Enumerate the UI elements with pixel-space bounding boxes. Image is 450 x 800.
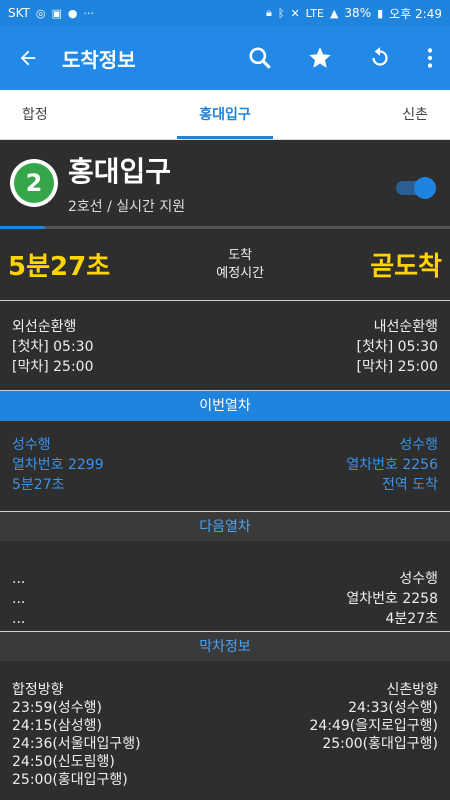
first-train-right: [첫차] 05:30 <box>356 339 438 355</box>
first-last-right: 내선순환행 [첫차] 05:30 [막차] 25:00 <box>357 317 438 390</box>
direction-right: 내선순환행 <box>373 319 438 335</box>
battery-level: 38% <box>344 6 372 20</box>
arrival-time-left: 5분27초 <box>8 252 111 282</box>
clock: 오후 2:49 <box>389 6 442 21</box>
last-train-item: 25:00(홍대입구행) <box>12 772 128 788</box>
battery-icon: ▮ <box>377 6 384 20</box>
last-train-item: 25:00(홍대입구행) <box>322 736 438 752</box>
back-button[interactable] <box>0 26 56 90</box>
gallery-icon: ▣ <box>51 6 62 20</box>
lock-icon: 🔒︎ <box>265 6 272 19</box>
last-train-item: 24:15(삼성행) <box>12 718 102 734</box>
last-train-item: 24:33(성수행) <box>348 700 438 716</box>
search-button[interactable] <box>230 26 290 90</box>
status-bar: SKT ◎ ▣ ● ··· 🔒︎ ᛒ ✕ LTE ▲ 38% ▮ 오후 2:49 <box>0 0 450 26</box>
current-train-right-number: 열차번호 2256 <box>346 457 438 473</box>
status-left: SKT ◎ ▣ ● ··· <box>8 6 94 20</box>
next-train-right-eta: 4분27초 <box>385 611 438 627</box>
last-train-item: 23:59(성수행) <box>12 700 102 716</box>
favorite-button[interactable] <box>290 26 350 90</box>
current-train-left-dest: 성수행 <box>12 437 51 453</box>
current-train-header: 이번열차 <box>0 391 450 421</box>
line-badge: 2 <box>10 159 58 207</box>
mute-icon: ✕ <box>290 6 300 20</box>
next-train-header: 다음열차 <box>0 511 450 541</box>
first-train-left: [첫차] 05:30 <box>12 339 94 355</box>
last-train-item: 24:36(서울대입구행) <box>12 736 141 752</box>
next-train: ... ... ... 성수행 열차번호 2258 4분27초 <box>0 541 450 631</box>
current-train: 성수행 열차번호 2299 5분27초 성수행 열차번호 2256 전역 도착 <box>0 421 450 511</box>
last-train-header: 막차정보 <box>0 631 450 661</box>
more-vert-icon <box>427 48 433 68</box>
lte-icon: LTE <box>305 6 324 20</box>
last-train-left: [막차] 25:00 <box>12 359 94 375</box>
next-train-left-line3: ... <box>12 611 26 627</box>
tab-indicator <box>177 136 273 139</box>
back-arrow-icon <box>20 50 36 66</box>
arrival-progress-fill <box>0 226 45 229</box>
last-train-item: 24:50(신도림행) <box>12 754 115 770</box>
station-header: 2 홍대입구 2호선 / 실시간 지원 <box>0 140 450 226</box>
current-train-left: 성수행 열차번호 2299 5분27초 <box>12 435 104 511</box>
next-train-left-line1: ... <box>12 571 26 587</box>
carrier-label: SKT <box>8 6 30 20</box>
last-train-right-direction: 신촌방향 <box>386 682 438 698</box>
realtime-toggle[interactable] <box>396 177 436 199</box>
station-info: 홍대입구 2호선 / 실시간 지원 <box>68 150 185 216</box>
chat-icon: ● <box>67 6 78 20</box>
line-number: 2 <box>14 163 54 203</box>
status-right: 🔒︎ ᛒ ✕ LTE ▲ 38% ▮ 오후 2:49 <box>266 5 442 22</box>
last-train-info: 합정방향 23:59(성수행) 24:15(삼성행) 24:36(서울대입구행)… <box>0 661 450 789</box>
toggle-knob <box>414 177 436 199</box>
more-options-button[interactable] <box>410 26 450 90</box>
current-train-left-eta: 5분27초 <box>12 477 65 493</box>
arrival-row: 5분27초 도착 예정시간 곧도착 <box>0 229 450 301</box>
search-icon <box>249 47 271 69</box>
tab-prev-station[interactable]: 합정 <box>0 90 157 140</box>
current-train-left-number: 열차번호 2299 <box>12 457 104 473</box>
last-train-item: 24:49(을지로입구행) <box>309 718 438 734</box>
arrival-progress <box>0 226 450 229</box>
next-train-left-line2: ... <box>12 591 26 607</box>
refresh-button[interactable] <box>350 26 410 90</box>
last-train-left: 합정방향 23:59(성수행) 24:15(삼성행) 24:36(서울대입구행)… <box>12 681 141 789</box>
star-icon <box>309 47 331 68</box>
app-bar: 도착정보 <box>0 26 450 90</box>
station-tabs: 합정 홍대입구 신촌 <box>0 90 450 140</box>
refresh-icon <box>372 47 388 66</box>
tab-next-station[interactable]: 신촌 <box>293 90 450 140</box>
last-train-right: 신촌방향 24:33(성수행) 24:49(을지로입구행) 25:00(홍대입구… <box>309 681 438 789</box>
last-train-left-direction: 합정방향 <box>12 682 64 698</box>
last-train-right: [막차] 25:00 <box>356 359 438 375</box>
page-title: 도착정보 <box>62 47 136 72</box>
next-train-right-dest: 성수행 <box>399 571 438 587</box>
arrival-label-line2: 예정시간 <box>216 265 265 281</box>
current-train-right-dest: 성수행 <box>399 437 438 453</box>
next-train-left: ... ... ... <box>12 569 25 631</box>
arrival-status-right: 곧도착 <box>370 252 442 282</box>
station-subtitle: 2호선 / 실시간 지원 <box>68 199 186 215</box>
station-name: 홍대입구 <box>68 155 172 188</box>
next-train-right: 성수행 열차번호 2258 4분27초 <box>346 569 438 631</box>
first-last-train: 외선순환행 [첫차] 05:30 [막차] 25:00 내선순환행 [첫차] 0… <box>0 301 450 391</box>
more-dots-icon: ··· <box>83 6 95 20</box>
bluetooth-icon: ᛒ <box>277 6 285 20</box>
current-train-right-eta: 전역 도착 <box>382 477 438 493</box>
instagram-icon: ◎ <box>35 6 46 20</box>
current-train-right: 성수행 열차번호 2256 전역 도착 <box>346 435 438 511</box>
tab-current-station[interactable]: 홍대입구 <box>157 90 292 140</box>
arrival-label: 도착 예정시간 <box>216 247 264 283</box>
first-last-left: 외선순환행 [첫차] 05:30 [막차] 25:00 <box>12 317 93 390</box>
next-train-right-number: 열차번호 2258 <box>346 591 438 607</box>
arrival-label-line1: 도착 <box>228 247 253 263</box>
signal-icon: ▲ <box>329 6 339 20</box>
direction-left: 외선순환행 <box>12 319 77 335</box>
